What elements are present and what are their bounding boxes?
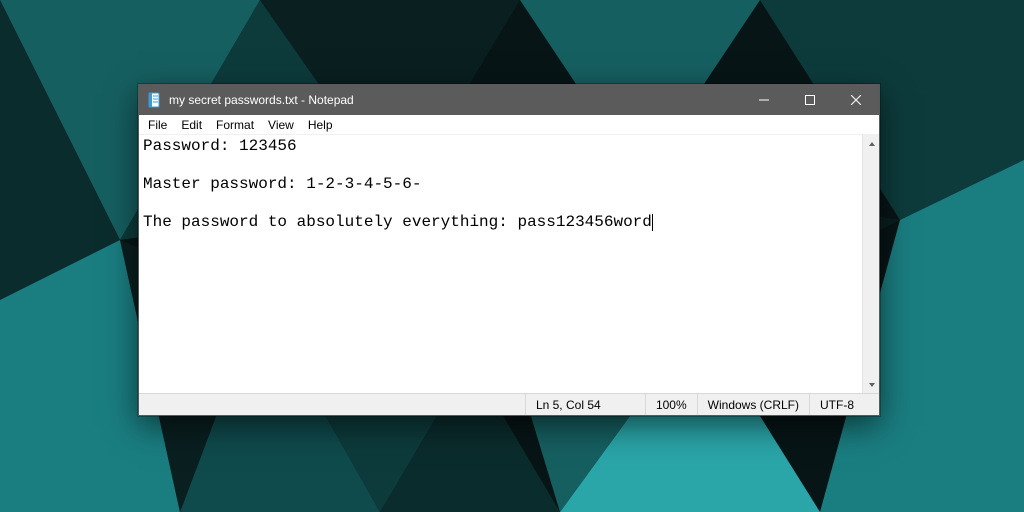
text-line: The password to absolutely everything: p… <box>143 213 652 231</box>
status-encoding: UTF-8 <box>809 394 879 415</box>
close-button[interactable] <box>833 85 879 115</box>
titlebar[interactable]: my secret passwords.txt - Notepad <box>139 85 879 115</box>
editor-area: Password: 123456 Master password: 1-2-3-… <box>139 135 879 393</box>
menu-file[interactable]: File <box>141 117 174 133</box>
notepad-app-icon <box>147 92 163 108</box>
text-line: Password: 123456 <box>143 137 297 155</box>
menu-edit[interactable]: Edit <box>174 117 209 133</box>
menu-view[interactable]: View <box>261 117 301 133</box>
menubar: File Edit Format View Help <box>139 115 879 135</box>
maximize-button[interactable] <box>787 85 833 115</box>
vertical-scrollbar[interactable] <box>862 135 879 393</box>
window-title: my secret passwords.txt - Notepad <box>169 93 354 107</box>
notepad-window: my secret passwords.txt - Notepad File E… <box>138 84 880 416</box>
text-line: Master password: 1-2-3-4-5-6- <box>143 175 421 193</box>
statusbar-spacer <box>139 394 525 415</box>
minimize-button[interactable] <box>741 85 787 115</box>
status-zoom: 100% <box>645 394 697 415</box>
menu-format[interactable]: Format <box>209 117 261 133</box>
text-caret <box>652 214 653 231</box>
status-cursor-position: Ln 5, Col 54 <box>525 394 645 415</box>
status-line-ending: Windows (CRLF) <box>697 394 809 415</box>
scroll-up-arrow-icon[interactable] <box>863 135 880 152</box>
text-editor[interactable]: Password: 123456 Master password: 1-2-3-… <box>139 135 862 393</box>
scroll-down-arrow-icon[interactable] <box>863 376 880 393</box>
menu-help[interactable]: Help <box>301 117 340 133</box>
statusbar: Ln 5, Col 54 100% Windows (CRLF) UTF-8 <box>139 393 879 415</box>
